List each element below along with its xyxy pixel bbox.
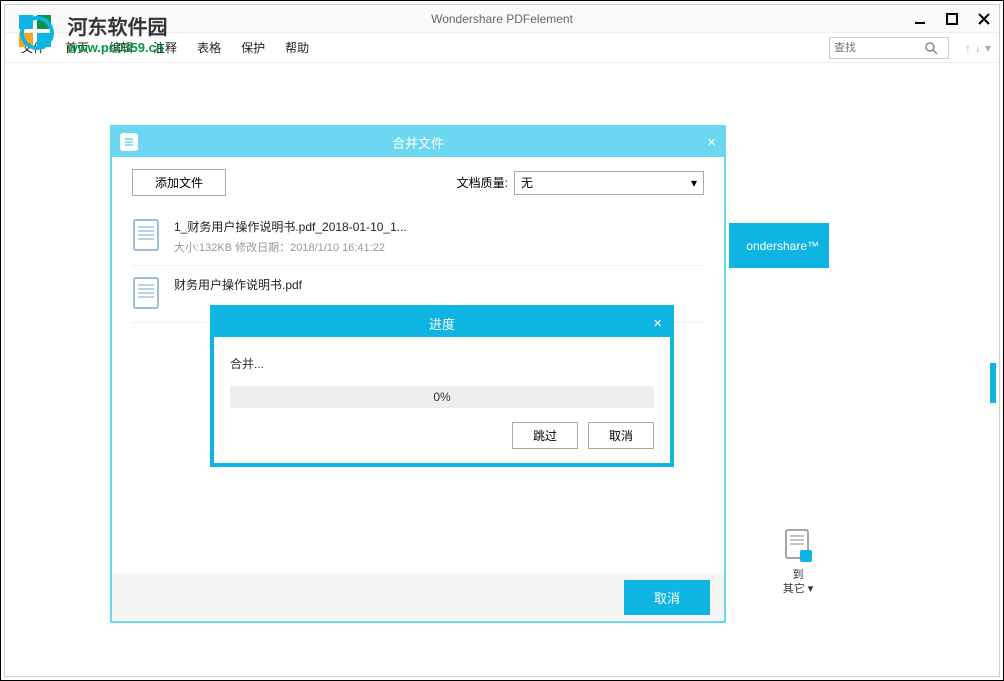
window-controls — [913, 12, 991, 26]
quality-select[interactable]: 无 ▾ — [514, 171, 704, 195]
quality-row: 文档质量: 无 ▾ — [457, 171, 704, 195]
window-title: Wondershare PDFelement — [431, 12, 573, 26]
search-icon[interactable] — [924, 41, 938, 55]
menu-annotate[interactable]: 注释 — [143, 33, 187, 62]
nav-down-icon[interactable]: ↓ — [975, 41, 981, 55]
pdf-file-icon — [132, 218, 162, 254]
merge-dialog-header: 合并文件 × — [112, 127, 724, 157]
menu-help[interactable]: 帮助 — [275, 33, 319, 62]
merge-cancel-button[interactable]: 取消 — [624, 580, 710, 615]
file-name: 财务用户操作说明书.pdf — [174, 276, 302, 293]
file-name: 1_财务用户操作说明书.pdf_2018-01-10_1... — [174, 218, 407, 235]
menu-table[interactable]: 表格 — [187, 33, 231, 62]
progress-dialog: 进度 × 合并... 0% 跳过 取消 — [210, 305, 674, 467]
progress-actions: 跳过 取消 — [230, 422, 654, 449]
nav-dropdown-icon[interactable]: ▾ — [985, 41, 991, 55]
quality-value: 无 — [521, 174, 533, 191]
merge-dialog-title: 合并文件 — [392, 133, 444, 152]
side-tool-label: 到 其它 ▾ — [782, 568, 814, 597]
chevron-down-icon: ▾ — [808, 583, 814, 595]
progress-dialog-title: 进度 — [429, 314, 455, 333]
pdf-file-icon — [132, 276, 162, 312]
maximize-button[interactable] — [945, 12, 959, 26]
skip-button[interactable]: 跳过 — [512, 422, 578, 449]
nav-arrows: ↑ ↓ ▾ — [965, 41, 991, 55]
edge-accent-bar — [990, 363, 996, 403]
search-input[interactable] — [834, 42, 924, 54]
file-info: 财务用户操作说明书.pdf — [174, 276, 302, 297]
add-file-button[interactable]: 添加文件 — [132, 169, 226, 196]
menubar: 文件 首页 编辑 注释 表格 保护 帮助 ↑ ↓ ▾ — [5, 33, 999, 63]
menu-protect[interactable]: 保护 — [231, 33, 275, 62]
titlebar: Wondershare PDFelement — [5, 5, 999, 33]
progress-percent: 0% — [433, 390, 450, 404]
close-button[interactable] — [977, 12, 991, 26]
progress-dialog-close-button[interactable]: × — [653, 315, 662, 332]
file-info: 1_财务用户操作说明书.pdf_2018-01-10_1... 大小:132KB… — [174, 218, 407, 255]
menu-edit[interactable]: 编辑 — [99, 33, 143, 62]
progress-dialog-body: 合并... 0% 跳过 取消 — [214, 337, 670, 463]
chevron-down-icon: ▾ — [691, 176, 697, 190]
quality-label: 文档质量: — [457, 174, 508, 191]
merge-dialog-toolbar: 添加文件 文档质量: 无 ▾ — [112, 157, 724, 208]
progress-cancel-button[interactable]: 取消 — [588, 422, 654, 449]
menu-file[interactable]: 文件 — [11, 33, 55, 62]
document-export-icon — [782, 528, 814, 564]
background-brand-panel: ondershare™ — [729, 223, 829, 268]
progress-dialog-header: 进度 × — [214, 309, 670, 337]
search-box[interactable] — [829, 37, 949, 59]
nav-up-icon[interactable]: ↑ — [965, 41, 971, 55]
progress-label: 合并... — [230, 355, 654, 372]
merge-dialog-icon — [120, 133, 138, 151]
brand-text: ondershare™ — [746, 239, 819, 253]
merge-dialog-footer: 取消 — [112, 573, 724, 621]
minimize-button[interactable] — [913, 12, 927, 26]
file-meta: 大小:132KB 修改日期：2018/1/10 16:41:22 — [174, 239, 407, 255]
progress-bar: 0% — [230, 386, 654, 408]
merge-dialog-close-button[interactable]: × — [707, 134, 716, 151]
list-item[interactable]: 1_财务用户操作说明书.pdf_2018-01-10_1... 大小:132KB… — [132, 208, 704, 266]
side-tool-convert[interactable]: 到 其它 ▾ — [782, 528, 814, 597]
menu-home[interactable]: 首页 — [55, 33, 99, 62]
